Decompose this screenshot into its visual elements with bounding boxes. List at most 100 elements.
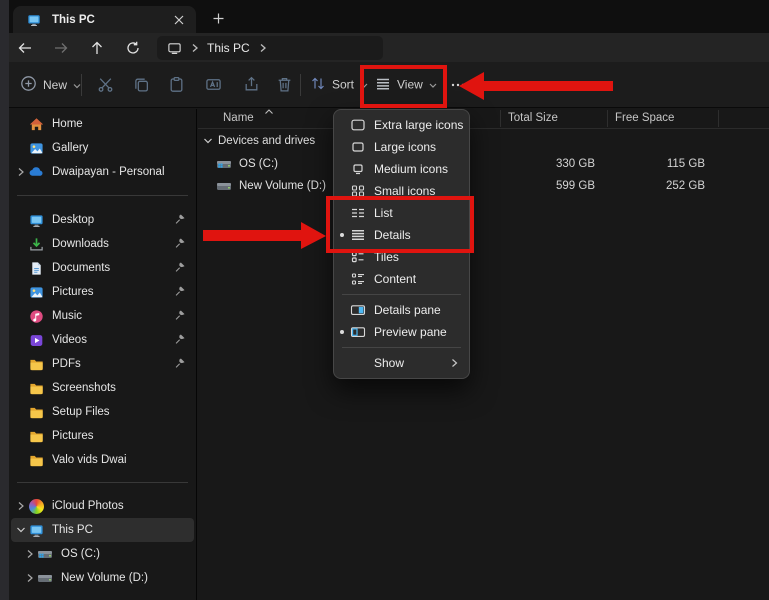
pin-icon xyxy=(173,284,189,300)
sidebar-item-gallery[interactable]: Gallery xyxy=(11,136,194,160)
picture-icon xyxy=(28,284,44,300)
sidebar-separator xyxy=(17,482,188,483)
sidebar-item-music[interactable]: Music xyxy=(11,304,194,328)
chevron-right-icon[interactable] xyxy=(259,43,267,53)
sidebar-item-this-pc[interactable]: This PC xyxy=(11,518,194,542)
cut-button[interactable] xyxy=(92,72,118,98)
forward-button[interactable] xyxy=(47,35,75,60)
view-button[interactable]: View xyxy=(375,75,437,94)
sidebar-item-documents[interactable]: Documents xyxy=(11,256,194,280)
sidebar-item-label: Music xyxy=(52,310,82,322)
sidebar-item-pictures[interactable]: Pictures xyxy=(11,280,194,304)
chevron-down-icon[interactable] xyxy=(14,526,28,534)
breadcrumb[interactable]: This PC xyxy=(207,41,250,55)
close-icon[interactable] xyxy=(170,11,188,29)
sidebar-item-label: iCloud Photos xyxy=(52,500,124,512)
sidebar-item-onedrive-personal[interactable]: Dwaipayan - Personal xyxy=(11,160,194,184)
sidebar-item-pdfs[interactable]: PDFs xyxy=(11,352,194,376)
share-button[interactable] xyxy=(238,72,264,98)
navigation-bar: This PC xyxy=(9,33,769,62)
column-header-free-space[interactable]: Free Space xyxy=(615,112,674,124)
menu-item-list[interactable]: List xyxy=(334,202,469,224)
sidebar-item-desktop[interactable]: Desktop xyxy=(11,208,194,232)
refresh-button[interactable] xyxy=(119,35,147,60)
column-header-name[interactable]: Name xyxy=(223,112,254,124)
address-bar[interactable]: This PC xyxy=(157,36,383,60)
list-view-icon xyxy=(350,205,366,221)
sidebar-item-label: Videos xyxy=(52,334,87,346)
sidebar-item-screenshots[interactable]: Screenshots xyxy=(11,376,194,400)
menu-item-preview-pane[interactable]: Preview pane xyxy=(334,321,469,343)
sidebar-item-valo-vids-dwai[interactable]: Valo vids Dwai xyxy=(11,448,194,472)
sidebar-item-label: PDFs xyxy=(52,358,81,370)
up-button[interactable] xyxy=(83,35,111,60)
menu-item-small-icons[interactable]: Small icons xyxy=(334,180,469,202)
file-row-os-c[interactable]: OS (C:) 330 GB 115 GB xyxy=(198,153,769,175)
group-label: Devices and drives xyxy=(218,135,315,147)
chevron-down-icon xyxy=(360,78,368,92)
sort-ascending-icon xyxy=(264,106,274,118)
sidebar-item-home[interactable]: Home xyxy=(11,112,194,136)
see-more-button[interactable] xyxy=(445,72,471,98)
sidebar-item-label: New Volume (D:) xyxy=(61,572,148,584)
sidebar-item-label: Home xyxy=(52,118,83,130)
column-header-total-size[interactable]: Total Size xyxy=(508,112,558,124)
file-name: New Volume (D:) xyxy=(239,180,326,192)
details-pane-icon xyxy=(350,302,366,318)
chevron-down-icon[interactable] xyxy=(202,137,214,145)
sidebar-item-new-volume-d[interactable]: New Volume (D:) xyxy=(11,566,194,590)
menu-item-large-icons[interactable]: Large icons xyxy=(334,136,469,158)
sidebar-item-icloud-photos[interactable]: iCloud Photos xyxy=(11,494,194,518)
menu-item-details-pane[interactable]: Details pane xyxy=(334,299,469,321)
sidebar-item-videos[interactable]: Videos xyxy=(11,328,194,352)
downloads-icon xyxy=(28,236,44,252)
menu-item-details[interactable]: Details xyxy=(334,224,469,246)
column-headers: Name Total Size Free Space xyxy=(198,108,769,129)
chevron-right-icon[interactable] xyxy=(23,573,37,583)
sidebar-item-label: Pictures xyxy=(52,286,94,298)
sidebar-item-label: Setup Files xyxy=(52,406,110,418)
os-drive-icon xyxy=(216,156,232,172)
menu-item-medium-icons[interactable]: Medium icons xyxy=(334,158,469,180)
pin-icon xyxy=(173,236,189,252)
paste-button[interactable] xyxy=(163,72,189,98)
sidebar-separator xyxy=(17,195,188,196)
rename-button[interactable] xyxy=(200,72,226,98)
chevron-down-icon xyxy=(73,78,81,92)
column-divider[interactable] xyxy=(500,110,501,127)
file-row-new-volume-d[interactable]: New Volume (D:) 599 GB 252 GB xyxy=(198,175,769,197)
new-tab-button[interactable] xyxy=(207,7,229,29)
sidebar-item-label: Documents xyxy=(52,262,110,274)
copy-button[interactable] xyxy=(128,72,154,98)
tab-this-pc[interactable]: This PC xyxy=(13,6,196,33)
chevron-right-icon[interactable] xyxy=(23,549,37,559)
back-button[interactable] xyxy=(11,35,39,60)
tab-bar: This PC xyxy=(9,0,769,33)
column-divider[interactable] xyxy=(718,110,719,127)
sidebar-item-setup-files[interactable]: Setup Files xyxy=(11,400,194,424)
icloud-photos-icon xyxy=(28,498,44,514)
new-button[interactable]: New xyxy=(20,75,81,95)
plus-circle-icon xyxy=(20,75,37,95)
group-devices-and-drives[interactable]: Devices and drives xyxy=(198,129,769,153)
delete-button[interactable] xyxy=(271,72,297,98)
sidebar-item-os-c[interactable]: OS (C:) xyxy=(11,542,194,566)
chevron-right-icon[interactable] xyxy=(14,167,28,177)
sidebar-item-pictures-folder[interactable]: Pictures xyxy=(11,424,194,448)
column-divider[interactable] xyxy=(607,110,608,127)
total-size-value: 599 GB xyxy=(494,175,601,197)
window-edge xyxy=(0,0,9,600)
submenu-chevron-icon xyxy=(451,358,458,368)
sort-button[interactable]: Sort xyxy=(310,75,368,94)
large-icons-icon xyxy=(350,139,366,155)
menu-item-extra-large-icons[interactable]: Extra large icons xyxy=(334,114,469,136)
sidebar-item-label: OS (C:) xyxy=(61,548,100,560)
menu-item-show[interactable]: Show xyxy=(334,352,469,374)
pin-icon xyxy=(173,260,189,276)
chevron-right-icon[interactable] xyxy=(14,501,28,511)
menu-item-content[interactable]: Content xyxy=(334,268,469,290)
view-lines-icon xyxy=(375,75,391,94)
sidebar-item-downloads[interactable]: Downloads xyxy=(11,232,194,256)
menu-item-tiles[interactable]: Tiles xyxy=(334,246,469,268)
pin-icon xyxy=(173,332,189,348)
